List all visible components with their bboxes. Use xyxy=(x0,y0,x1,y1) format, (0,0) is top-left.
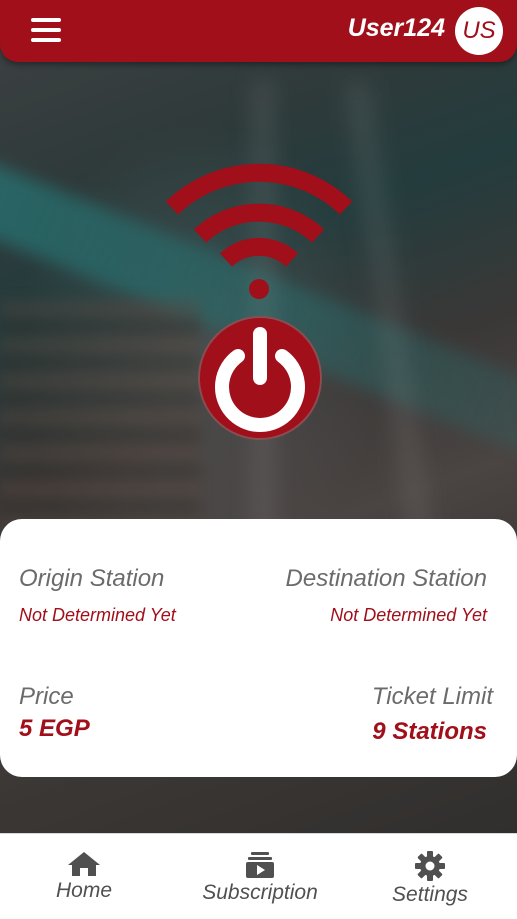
trip-info-card: Origin Station Not Determined Yet Destin… xyxy=(0,519,517,777)
destination-station-value: Not Determined Yet xyxy=(330,605,487,625)
nav-subscription[interactable]: Subscription xyxy=(190,834,330,919)
price-label: Price xyxy=(19,683,74,710)
power-button[interactable] xyxy=(198,316,322,440)
gear-icon xyxy=(415,851,445,881)
home-icon xyxy=(68,852,100,876)
nav-settings[interactable]: Settings xyxy=(380,834,480,919)
nav-home-label: Home xyxy=(55,879,113,902)
hamburger-menu-icon[interactable] xyxy=(28,14,68,48)
bottom-navigation: Home Subscription Settings xyxy=(0,833,517,919)
avatar[interactable]: US xyxy=(455,7,503,55)
nav-settings-label: Settings xyxy=(392,883,468,906)
background-photo xyxy=(0,0,517,919)
origin-station-value: Not Determined Yet xyxy=(19,605,176,625)
destination-station-label: Destination Station xyxy=(285,565,487,592)
wifi-signal-icon xyxy=(165,163,353,299)
nav-home[interactable]: Home xyxy=(34,834,134,919)
ticket-limit-value: 9 Stations xyxy=(372,718,487,745)
username-label: User124 xyxy=(347,14,445,42)
subscription-icon xyxy=(246,852,274,878)
ticket-limit-label: Ticket Limit xyxy=(371,683,493,710)
power-icon xyxy=(215,327,305,432)
background-shelves xyxy=(0,300,200,530)
origin-station-label: Origin Station xyxy=(19,565,165,592)
app-header: User124 US xyxy=(0,0,517,62)
nav-subscription-label: Subscription xyxy=(202,881,318,904)
price-value: 5 EGP xyxy=(19,715,90,742)
